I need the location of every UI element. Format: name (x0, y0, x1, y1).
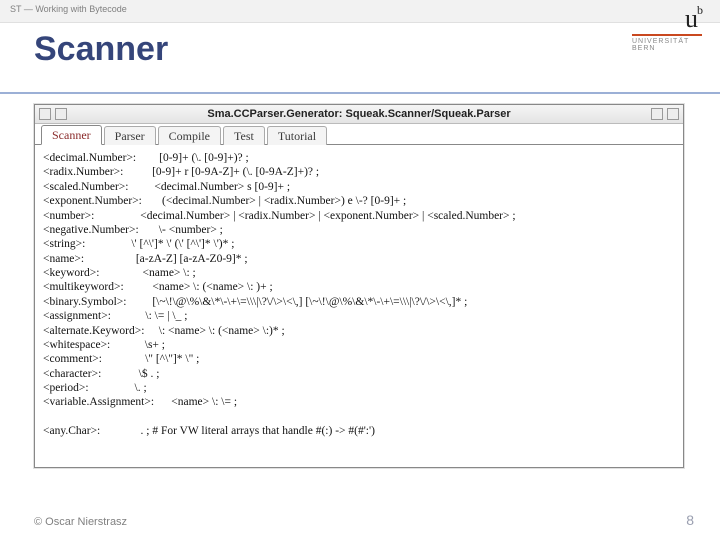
tab-row: Scanner Parser Compile Test Tutorial (35, 124, 683, 145)
tab-test[interactable]: Test (223, 126, 265, 145)
logo-b: b (697, 3, 702, 17)
scanner-source[interactable]: <decimal.Number>: [0-9]+ (\. [0-9]+)? ; … (35, 145, 683, 445)
window-titlebar: Sma.CCParser.Generator: Squeak.Scanner/S… (35, 105, 683, 124)
title-rule (0, 92, 720, 94)
header-left: ST — Working with Bytecode (10, 4, 127, 14)
window-title: Sma.CCParser.Generator: Squeak.Scanner/S… (71, 108, 647, 120)
university-logo: ub UNIVERSITÄT BERN (632, 6, 702, 52)
close-icon[interactable] (39, 108, 51, 120)
footer-copyright: © Oscar Nierstrasz (34, 516, 127, 528)
slide-title: Scanner (34, 30, 168, 69)
collapse-icon[interactable] (651, 108, 663, 120)
expand-icon[interactable] (667, 108, 679, 120)
logo-line1: UNIVERSITÄT (632, 38, 702, 45)
tab-compile[interactable]: Compile (158, 126, 221, 145)
menu-icon[interactable] (55, 108, 67, 120)
tab-scanner[interactable]: Scanner (41, 125, 102, 145)
logo-u: u (685, 4, 697, 33)
page-number: 8 (686, 512, 694, 528)
tab-parser[interactable]: Parser (104, 126, 156, 145)
tab-tutorial[interactable]: Tutorial (267, 126, 327, 145)
logo-line2: BERN (632, 45, 702, 52)
parser-generator-window: Sma.CCParser.Generator: Squeak.Scanner/S… (34, 104, 684, 468)
